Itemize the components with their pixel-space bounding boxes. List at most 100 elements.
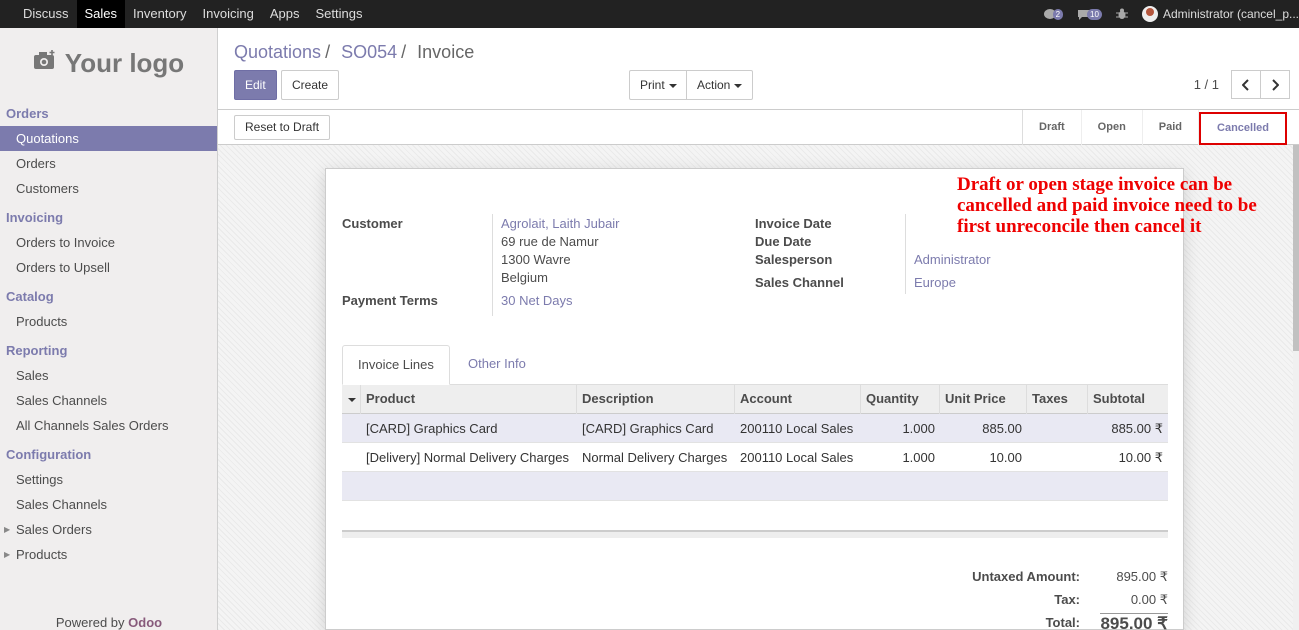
- stage-open[interactable]: Open: [1082, 110, 1143, 145]
- company-logo: Your logo: [0, 28, 217, 98]
- field-divider: [492, 214, 493, 316]
- table-row[interactable]: [Delivery] Normal Delivery Charges Norma…: [342, 443, 1168, 472]
- reset-to-draft-button[interactable]: Reset to Draft: [234, 115, 331, 140]
- sidebar-item-settings[interactable]: Settings: [0, 467, 217, 492]
- payment-terms-field[interactable]: 30 Net Days: [501, 293, 573, 308]
- salesperson-field[interactable]: Administrator: [914, 252, 991, 267]
- column-header-taxes[interactable]: Taxes: [1027, 385, 1088, 414]
- tab-other-info[interactable]: Other Info: [453, 345, 541, 385]
- menu-settings[interactable]: Settings: [307, 0, 370, 28]
- sidebar-item-config-sales-channels[interactable]: Sales Channels: [0, 492, 217, 517]
- sidebar: Your logo Orders Quotations Orders Custo…: [0, 28, 218, 630]
- row-handle: [342, 414, 361, 443]
- sidebar-item-quotations[interactable]: Quotations: [0, 126, 217, 151]
- sidebar-section-catalog: Catalog: [6, 289, 54, 304]
- total-label: Total:: [1045, 615, 1080, 630]
- sidebar-item-label: Sales Orders: [16, 522, 92, 537]
- powered-by-prefix: Powered by: [55, 615, 125, 630]
- camera-icon: [33, 50, 57, 76]
- sidebar-item-all-channels-sales-orders[interactable]: All Channels Sales Orders: [0, 413, 217, 438]
- cell-quantity: 1.000: [902, 450, 935, 465]
- customer-address-line: Belgium: [501, 270, 548, 285]
- breadcrumb-so054[interactable]: SO054: [341, 42, 397, 62]
- cell-subtotal: 10.00 ₹: [1118, 450, 1163, 465]
- user-menu[interactable]: Administrator (cancel_p...: [1141, 6, 1299, 22]
- pager-value: 1 / 1: [1193, 77, 1219, 92]
- chat-button[interactable]: 2: [1043, 8, 1064, 20]
- bug-icon: [1115, 8, 1128, 19]
- pager-previous-button[interactable]: [1231, 70, 1261, 99]
- handle-column-header[interactable]: [342, 385, 361, 414]
- sales-channel-label: Sales Channel: [755, 275, 844, 290]
- sidebar-section-orders: Orders: [6, 106, 49, 121]
- sidebar-item-orders[interactable]: Orders: [0, 151, 217, 176]
- activity-button[interactable]: 10: [1077, 8, 1102, 20]
- sidebar-item-sales-orders[interactable]: ▶ Sales Orders: [0, 517, 217, 542]
- stage-pipeline: Draft Open Paid Cancelled: [1022, 110, 1299, 145]
- menu-inventory[interactable]: Inventory: [125, 0, 194, 28]
- tab-invoice-lines[interactable]: Invoice Lines: [342, 345, 450, 385]
- avatar: [1141, 6, 1158, 22]
- scrollbar-thumb[interactable]: [1293, 145, 1299, 351]
- sidebar-item-products[interactable]: Products: [0, 309, 217, 334]
- stage-paid[interactable]: Paid: [1143, 110, 1200, 145]
- column-header-product[interactable]: Product: [361, 385, 577, 414]
- invoice-date-label: Invoice Date: [755, 216, 832, 231]
- edit-button[interactable]: Edit: [234, 70, 277, 100]
- cell-account: 200110 Local Sales: [740, 421, 854, 436]
- column-header-description[interactable]: Description: [577, 385, 735, 414]
- menu-discuss[interactable]: Discuss: [15, 0, 77, 28]
- cell-description: [CARD] Graphics Card: [582, 421, 714, 436]
- powered-by: Powered by Odoo: [0, 615, 218, 630]
- total-value: 895.00 ₹: [1100, 614, 1168, 630]
- sidebar-item-customers[interactable]: Customers: [0, 176, 217, 201]
- activity-count-badge: 10: [1087, 8, 1102, 20]
- breadcrumb-quotations[interactable]: Quotations: [234, 42, 321, 62]
- action-button[interactable]: Action: [686, 70, 754, 100]
- field-divider: [905, 214, 906, 294]
- sales-channel-field[interactable]: Europe: [914, 275, 956, 290]
- scrollbar[interactable]: [1293, 145, 1299, 630]
- status-bar: Reset to Draft Draft Open Paid Cancelled: [218, 110, 1299, 145]
- menu-invoicing[interactable]: Invoicing: [195, 0, 262, 28]
- odoo-link[interactable]: Odoo: [128, 615, 162, 630]
- debug-button[interactable]: [1115, 8, 1128, 20]
- sidebar-item-sales[interactable]: Sales: [0, 363, 217, 388]
- stage-cancelled[interactable]: Cancelled: [1199, 112, 1287, 145]
- sidebar-item-config-products[interactable]: ▶ Products: [0, 542, 217, 567]
- customer-field[interactable]: Agrolait, Laith Jubair: [501, 216, 620, 231]
- control-panel: Quotations / SO054/ Invoice Edit Create P…: [218, 28, 1299, 110]
- top-navbar: Discuss Sales Inventory Invoicing Apps S…: [0, 0, 1299, 28]
- stage-draft[interactable]: Draft: [1023, 110, 1082, 145]
- table-row[interactable]: [CARD] Graphics Card [CARD] Graphics Car…: [342, 414, 1168, 443]
- cell-unit-price: 885.00: [982, 421, 1022, 436]
- menu-apps[interactable]: Apps: [262, 0, 308, 28]
- breadcrumb-separator: /: [325, 42, 331, 62]
- column-header-subtotal[interactable]: Subtotal: [1088, 385, 1168, 414]
- logo-text: Your logo: [64, 47, 185, 78]
- due-date-label: Due Date: [755, 234, 812, 249]
- chevron-left-icon: [1242, 78, 1249, 91]
- cell-description: Normal Delivery Charges: [582, 450, 728, 465]
- sidebar-item-sales-channels[interactable]: Sales Channels: [0, 388, 217, 413]
- print-button[interactable]: Print: [629, 70, 688, 100]
- sidebar-section-reporting: Reporting: [6, 343, 68, 358]
- pager-next-button[interactable]: [1260, 70, 1290, 99]
- column-header-unit-price[interactable]: Unit Price: [940, 385, 1027, 414]
- column-header-quantity[interactable]: Quantity: [861, 385, 940, 414]
- sidebar-item-orders-to-upsell[interactable]: Orders to Upsell: [0, 255, 217, 280]
- create-button[interactable]: Create: [281, 70, 340, 100]
- column-header-account[interactable]: Account: [735, 385, 861, 414]
- breadcrumb: Quotations / SO054/ Invoice: [234, 42, 474, 63]
- cell-account: 200110 Local Sales: [740, 450, 854, 465]
- salesperson-label: Salesperson: [755, 252, 833, 267]
- breadcrumb-current: Invoice: [417, 42, 475, 62]
- caret-down-icon: [348, 398, 356, 402]
- menu-sales[interactable]: Sales: [76, 0, 126, 28]
- action-label: Action: [697, 78, 731, 92]
- tax-value: 0.00 ₹: [1130, 592, 1168, 607]
- cell-taxes: [1027, 443, 1088, 472]
- cell-subtotal: 885.00 ₹: [1111, 421, 1163, 436]
- sidebar-item-orders-to-invoice[interactable]: Orders to Invoice: [0, 230, 217, 255]
- untaxed-amount-label: Untaxed Amount:: [972, 569, 1080, 584]
